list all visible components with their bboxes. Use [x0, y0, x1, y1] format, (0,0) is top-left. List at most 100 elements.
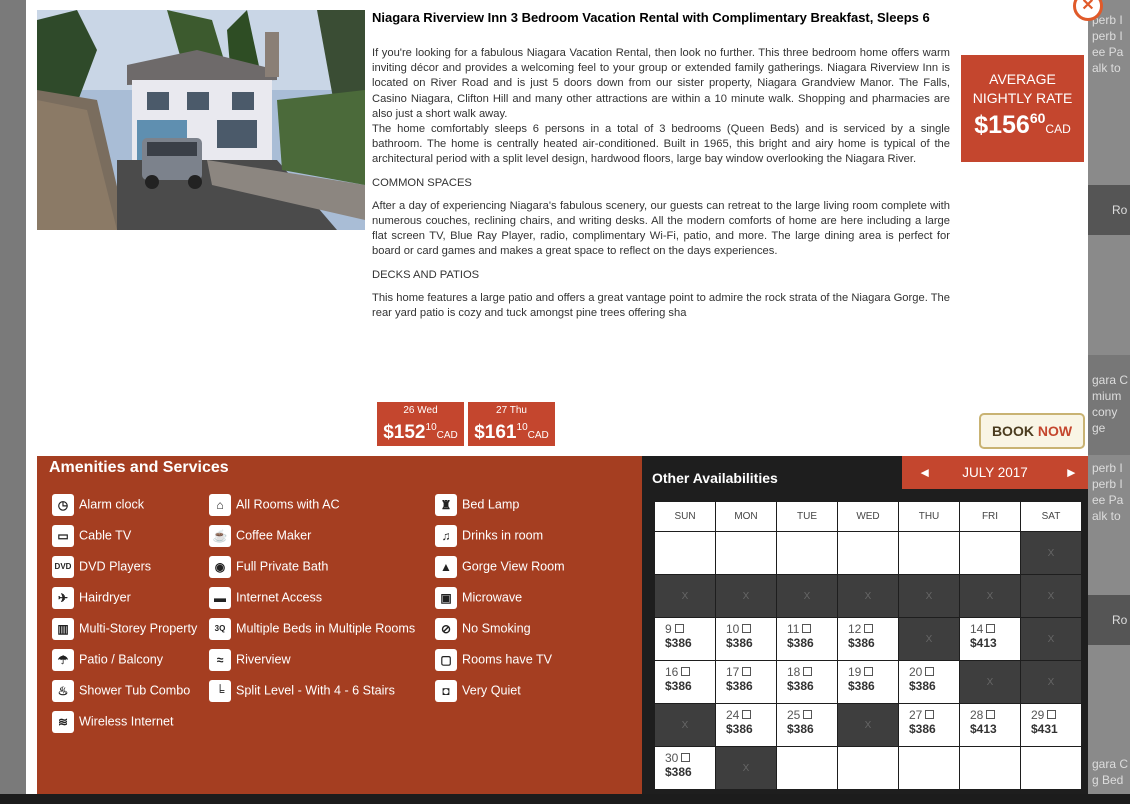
amenity-item: ◘ Very Quiet: [435, 679, 521, 703]
calendar-day-cell[interactable]: 16 $386: [655, 661, 715, 703]
building-icon: ▥: [52, 617, 74, 640]
property-photo: [37, 10, 365, 230]
weekday-header: THU: [899, 502, 959, 531]
calendar-day-cell[interactable]: 9 $386: [655, 618, 715, 660]
drinks-icon: ♫: [435, 524, 457, 547]
river-icon: ≈: [209, 648, 231, 671]
day-checkbox[interactable]: [803, 667, 813, 676]
background-text: perb I: [1092, 29, 1123, 43]
day-checkbox[interactable]: [674, 624, 684, 633]
calendar-day-cell[interactable]: 24 $386: [716, 704, 776, 746]
day-checkbox[interactable]: [803, 710, 813, 719]
day-checkbox[interactable]: [742, 710, 752, 719]
day-checkbox[interactable]: [925, 667, 935, 676]
day-checkbox[interactable]: [864, 667, 874, 676]
calendar-unavailable-cell: X: [716, 575, 776, 617]
amenity-label: Internet Access: [236, 590, 323, 605]
calendar-week: X 24 $386 25 $386 X 27 $386 28 $413 29 $431: [655, 704, 1081, 746]
day-checkbox[interactable]: [742, 624, 752, 633]
day-price: $386: [665, 765, 692, 779]
amenity-item: ☕ Coffee Maker: [209, 524, 311, 548]
background-link[interactable]: Ro: [1112, 202, 1127, 218]
amenity-label: Microwave: [462, 590, 523, 605]
amenity-item: ▣ Microwave: [435, 586, 522, 610]
calendar-day-cell[interactable]: 19 $386: [838, 661, 898, 703]
amenity-item: ◉ Full Private Bath: [209, 555, 328, 579]
amenity-item: ▢ Rooms have TV: [435, 648, 552, 672]
day-checkbox[interactable]: [925, 710, 935, 719]
day-checkbox[interactable]: [986, 710, 996, 719]
background-link[interactable]: Ro: [1112, 612, 1127, 628]
calendar-unavailable-cell: X: [960, 661, 1020, 703]
calendar-empty-cell: [899, 532, 959, 574]
day-price: $386: [726, 679, 753, 693]
day-number: 10: [726, 622, 740, 636]
calendar-unavailable-cell: X: [777, 575, 837, 617]
amenity-item: ╘ Split Level - With 4 - 6 Stairs: [209, 679, 395, 703]
weekday-header: WED: [838, 502, 898, 531]
day-price: $386: [909, 679, 936, 693]
day-number: 19: [848, 665, 862, 679]
calendar-day-cell[interactable]: 27 $386: [899, 704, 959, 746]
house-ac-icon: ⌂: [209, 493, 231, 516]
calendar-day-cell[interactable]: 11 $386: [777, 618, 837, 660]
amenity-label: Multiple Beds in Multiple Rooms: [236, 621, 416, 636]
day-checkbox[interactable]: [681, 753, 691, 762]
book-now-button[interactable]: BOOK NOW: [979, 413, 1085, 449]
day-checkbox[interactable]: [1047, 710, 1057, 719]
day-checkbox[interactable]: [802, 624, 812, 633]
amenity-label: Split Level - With 4 - 6 Stairs: [236, 683, 395, 698]
hairdryer-icon: ✈: [52, 586, 74, 609]
calendar-day-cell[interactable]: 20 $386: [899, 661, 959, 703]
day-price: $386: [787, 722, 814, 736]
amenity-item: ▭ Cable TV: [52, 524, 131, 548]
calendar-day-cell[interactable]: 12 $386: [838, 618, 898, 660]
calendar-unavailable-cell: X: [1021, 532, 1081, 574]
amenity-item: ⊘ No Smoking: [435, 617, 531, 641]
availability-calendar: SUN MON TUE WED THU FRI SAT X X X X X X X X 9 $386 10 $38…: [654, 501, 1082, 790]
amenity-label: Alarm clock: [79, 497, 145, 512]
description-paragraph: If you're looking for a fabulous Niagara…: [372, 47, 950, 166]
day-checkbox[interactable]: [742, 667, 752, 676]
background-text: mium: [1092, 389, 1122, 403]
bathtub-icon: ♨: [52, 679, 74, 702]
day-checkbox[interactable]: [681, 667, 691, 676]
day-number: 11: [787, 622, 800, 636]
date-chip[interactable]: 26 Wed $15210CAD: [377, 402, 464, 446]
availability-title: Other Availabilities: [652, 470, 778, 486]
lamp-icon: ♜: [435, 493, 457, 516]
availability-panel: Other Availabilities ◄ JULY 2017 ► SUN MO…: [642, 456, 1088, 794]
background-text: cony: [1092, 405, 1118, 419]
amenity-item: ♫ Drinks in room: [435, 524, 543, 548]
day-price: $386: [726, 636, 753, 650]
weekday-header: SAT: [1021, 502, 1081, 531]
weekday-header: TUE: [777, 502, 837, 531]
microwave-icon: ▣: [435, 586, 457, 609]
day-number: 25: [787, 708, 801, 722]
calendar-day-cell[interactable]: 29 $431: [1021, 704, 1081, 746]
calendar-day-cell[interactable]: 17 $386: [716, 661, 776, 703]
calendar-day-cell[interactable]: 28 $413: [960, 704, 1020, 746]
date-chip[interactable]: 27 Thu $16110CAD: [468, 402, 555, 446]
coffee-maker-icon: ☕: [209, 524, 231, 547]
alarm-clock-icon: ◷: [52, 493, 74, 516]
day-checkbox[interactable]: [986, 624, 996, 633]
calendar-week: XXXXXXX: [655, 575, 1081, 617]
calendar-day-cell[interactable]: 14 $413: [960, 618, 1020, 660]
calendar-day-cell[interactable]: 30 $386: [655, 747, 715, 789]
day-price: $386: [726, 722, 753, 736]
next-month-button[interactable]: ►: [1065, 456, 1078, 489]
day-price: $386: [665, 679, 692, 693]
calendar-day-cell[interactable]: 18 $386: [777, 661, 837, 703]
month-navigator: ◄ JULY 2017 ►: [902, 456, 1088, 489]
amenity-label: Bed Lamp: [462, 497, 520, 512]
day-checkbox[interactable]: [864, 624, 874, 633]
calendar-empty-cell: [655, 532, 715, 574]
amenity-item: ▬ Internet Access: [209, 586, 322, 610]
chip-day: 27 Thu: [496, 405, 527, 416]
calendar-unavailable-cell: X: [655, 704, 715, 746]
rate-label: AVERAGE NIGHTLY RATE: [972, 71, 1073, 106]
calendar-unavailable-cell: X: [960, 575, 1020, 617]
calendar-day-cell[interactable]: 25 $386: [777, 704, 837, 746]
calendar-day-cell[interactable]: 10 $386: [716, 618, 776, 660]
